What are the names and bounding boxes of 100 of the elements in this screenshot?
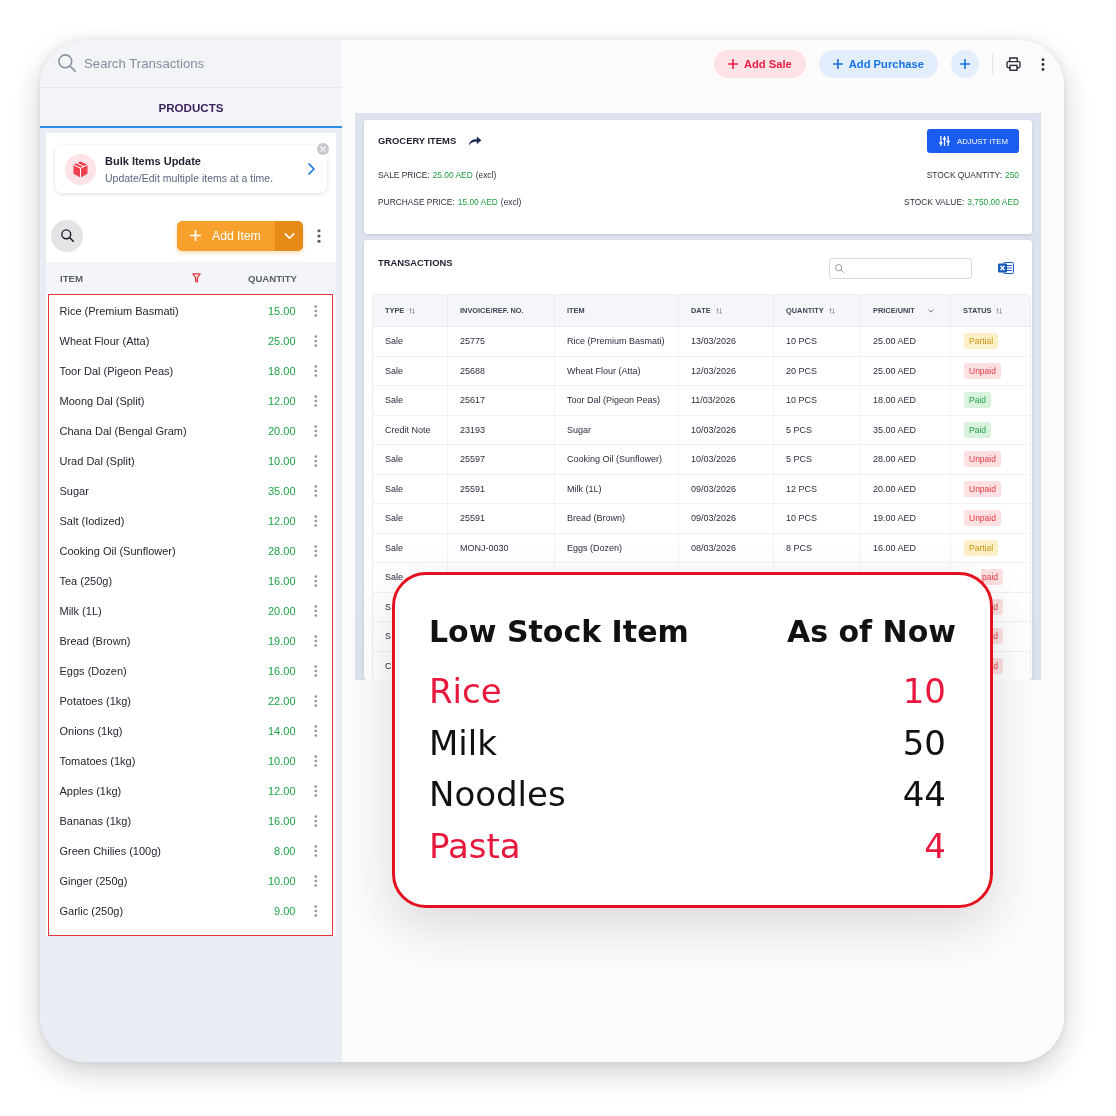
- table-cell: Sale: [385, 542, 403, 553]
- status-badge: Unpaid: [964, 362, 1001, 379]
- table-cell: 18.00 AED: [873, 395, 917, 406]
- chevron-down-icon: [283, 232, 295, 239]
- printer-icon[interactable]: [1006, 57, 1021, 71]
- search-button[interactable]: [51, 219, 83, 252]
- product-name: Garlic (250g): [59, 905, 125, 917]
- dropdown-button[interactable]: [275, 220, 303, 251]
- status-badge: d: [992, 598, 1003, 615]
- search-field[interactable]: Search Transactions: [40, 40, 342, 88]
- table-cell: 20.00 AED: [873, 483, 917, 494]
- sort-icon[interactable]: [996, 307, 1003, 314]
- spreadsheet-icon[interactable]: [998, 261, 1014, 275]
- table-cell: Bread (Brown): [567, 513, 626, 524]
- stat-label: SALE PRICE:: [378, 169, 430, 181]
- item-count: 10: [902, 670, 946, 713]
- product-quantity: 25.00: [267, 335, 296, 347]
- table-cell: 12/03/2026: [691, 365, 737, 376]
- table-cell: Sale: [385, 395, 403, 406]
- product-quantity: 8.00: [274, 845, 296, 857]
- product-name: Onions (1kg): [59, 725, 124, 737]
- table-cell: Rice (Premium Basmati): [567, 336, 665, 347]
- item-count: 44: [902, 773, 946, 816]
- table-cell: 25775: [460, 336, 486, 347]
- plus-icon: [190, 230, 201, 241]
- sort-icon[interactable]: [715, 307, 722, 314]
- sort-icon[interactable]: [828, 307, 835, 314]
- item-count: 50: [902, 721, 946, 765]
- promo-card[interactable]: Bulk Items Update Update/Edit multiple items at a time.: [55, 145, 327, 193]
- table-cell: 25.00 AED: [873, 336, 917, 347]
- table-cell: Sale: [385, 454, 403, 465]
- table-cell: 23193: [460, 424, 486, 435]
- product-name: Bananas (1kg): [59, 815, 133, 827]
- status-badge: Paid: [964, 421, 991, 438]
- status-badge: Partial: [964, 539, 999, 556]
- search-field[interactable]: [829, 258, 972, 279]
- product-quantity: 10.00: [267, 875, 296, 887]
- promo-subtitle: Update/Edit multiple items at a time.: [105, 171, 275, 184]
- table-cell: 13/03/2026: [691, 336, 737, 347]
- table-cell: 16.00 AED: [873, 542, 917, 553]
- table-cell: C: [385, 660, 392, 671]
- card-title: TRANSACTIONS: [378, 257, 453, 269]
- product-name: Milk (1L): [59, 605, 103, 617]
- product-name: Apples (1kg): [59, 785, 123, 797]
- more-icon[interactable]: [1041, 57, 1045, 71]
- table-cell: 10/03/2026: [691, 454, 737, 465]
- item-name: Milk: [429, 721, 497, 765]
- table-cell: 08/03/2026: [691, 542, 737, 553]
- table-cell: MONJ-0030: [460, 542, 509, 553]
- product-name: Rice (Premium Basmati): [59, 305, 180, 317]
- product-name: Potatoes (1kg): [59, 695, 133, 707]
- stat-label: STOCK VALUE:: [904, 196, 965, 208]
- table-cell: 25591: [460, 513, 486, 524]
- plus-icon: [832, 59, 843, 69]
- product-name: Ginger (250g): [59, 875, 129, 887]
- plus-icon: [960, 59, 970, 69]
- product-quantity: 16.00: [267, 575, 296, 587]
- product-quantity: 22.00: [267, 695, 296, 707]
- filter-icon[interactable]: [192, 273, 201, 283]
- product-name: Moong Dal (Split): [59, 395, 146, 407]
- product-name: Sugar: [59, 485, 90, 497]
- table-cell: 10 PCS: [786, 336, 818, 347]
- share-icon[interactable]: [468, 136, 483, 146]
- add-sale-button[interactable]: Add Sale: [713, 50, 806, 78]
- product-name: Tea (250g): [59, 575, 114, 587]
- product-quantity: 12.00: [267, 515, 296, 527]
- card-title: GROCERY ITEMS: [378, 135, 457, 147]
- chevron-down-icon[interactable]: [927, 308, 934, 313]
- table-cell: 10 PCS: [786, 513, 818, 524]
- search-icon: [58, 54, 76, 72]
- product-quantity: 16.00: [267, 815, 296, 827]
- product-name: Wheat Flour (Atta): [59, 335, 151, 347]
- stat-value: 250: [1005, 169, 1019, 181]
- table-cell: 25617: [460, 395, 486, 406]
- search-icon: [60, 229, 74, 242]
- table-cell: Milk (1L): [567, 483, 602, 494]
- table-cell: 20 PCS: [786, 365, 818, 376]
- products-tab[interactable]: PRODUCTS: [40, 88, 342, 128]
- product-name: Toor Dal (Pigeon Peas): [59, 365, 175, 377]
- sort-icon[interactable]: [409, 307, 416, 314]
- table-cell: Sugar: [567, 424, 592, 435]
- table-cell: 5 PCS: [786, 454, 812, 465]
- table-cell: 10/03/2026: [691, 424, 737, 435]
- product-name: Tomatoes (1kg): [59, 755, 137, 767]
- table-cell: 09/03/2026: [691, 483, 737, 494]
- status-badge: Unpaid: [964, 451, 1001, 468]
- table-cell: Sale: [385, 513, 403, 524]
- status-badge: Paid: [964, 392, 991, 409]
- product-quantity: 16.00: [267, 665, 296, 677]
- table-cell: 12 PCS: [786, 483, 818, 494]
- product-quantity: 20.00: [267, 605, 296, 617]
- more-icon[interactable]: [317, 228, 321, 243]
- product-quantity: 19.00: [267, 635, 296, 647]
- stat-note: (excl): [475, 169, 497, 181]
- product-quantity: 20.00: [267, 425, 296, 437]
- close-icon[interactable]: [317, 143, 329, 155]
- add-purchase-button[interactable]: Add Purchase: [818, 50, 938, 78]
- stat-note: (excl): [500, 196, 522, 208]
- add-button[interactable]: [951, 50, 979, 78]
- table-cell: 25688: [460, 365, 486, 376]
